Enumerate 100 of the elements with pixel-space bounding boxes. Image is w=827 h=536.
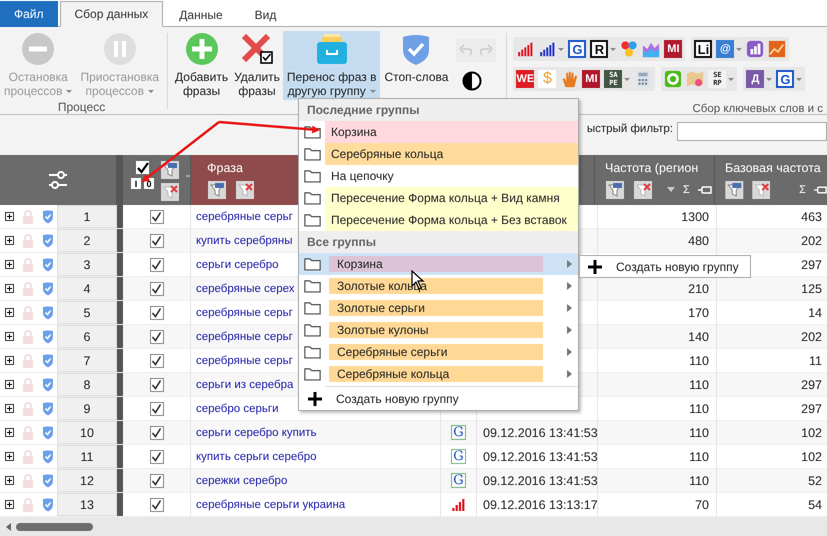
sum-icon[interactable]: Σ xyxy=(799,184,806,196)
expand-icon[interactable] xyxy=(5,284,14,293)
horizontal-scrollbar[interactable] xyxy=(0,517,827,536)
row-checkbox[interactable] xyxy=(150,258,164,272)
row-checkbox[interactable] xyxy=(150,306,164,320)
shield-icon[interactable] xyxy=(42,378,54,392)
plus-icon xyxy=(588,260,602,274)
row-number: 7 xyxy=(84,354,90,368)
number-cell: 110 xyxy=(597,421,717,444)
expand-icon[interactable] xyxy=(5,308,14,317)
sort-icon[interactable] xyxy=(667,187,675,193)
clear-filter-icon[interactable] xyxy=(633,181,653,199)
row-checkbox[interactable] xyxy=(150,282,164,296)
row-checkbox[interactable] xyxy=(150,450,164,464)
header-cell[interactable]: Базовая частота Σ xyxy=(715,155,827,205)
delete-icon xyxy=(240,32,274,66)
row-checkbox[interactable] xyxy=(150,402,164,416)
submenu-item[interactable]: Создать новую группу xyxy=(579,255,751,278)
number-cell: 140 xyxy=(597,325,717,348)
toggle-button[interactable]: I xyxy=(131,178,141,189)
pin-icon[interactable] xyxy=(698,185,712,195)
ribbon-button[interactable]: Добавить фразы xyxy=(172,31,232,100)
row-checkbox[interactable] xyxy=(150,498,164,512)
ribbon-button[interactable]: Удалить фразы xyxy=(231,31,283,100)
toolbar-tool[interactable] xyxy=(634,70,652,88)
phrase-cell: серебряные серьг xyxy=(196,354,293,366)
row-number: 2 xyxy=(84,234,90,248)
shield-icon[interactable] xyxy=(42,330,54,344)
settings-icon[interactable] xyxy=(47,170,69,190)
shield-icon[interactable] xyxy=(42,282,54,296)
number-cell: 297 xyxy=(801,378,822,392)
menu-item[interactable]: Создать новую группу xyxy=(299,388,578,410)
row-checkbox[interactable] xyxy=(150,474,164,488)
folder-icon xyxy=(304,256,321,272)
shield-icon[interactable] xyxy=(42,354,54,368)
filter-icon[interactable] xyxy=(160,161,180,179)
row-checkbox[interactable] xyxy=(150,426,164,440)
phrase-cell: серебряные серех xyxy=(196,282,295,294)
shield-icon[interactable] xyxy=(42,306,54,320)
bar-chart-icon xyxy=(452,498,466,510)
phrase-cell: серьги из серебра xyxy=(196,378,294,390)
row-checkbox[interactable] xyxy=(150,354,164,368)
ribbon-tab[interactable]: Вид xyxy=(238,2,292,27)
ribbon-tab[interactable]: Сбор данных xyxy=(60,1,164,27)
menu-item[interactable]: Корзина xyxy=(299,253,578,275)
shield-icon[interactable] xyxy=(42,210,54,224)
expand-icon[interactable] xyxy=(5,428,14,437)
ribbon-tab[interactable]: Файл xyxy=(0,1,58,27)
row-checkbox[interactable] xyxy=(150,234,164,248)
scroll-left-icon[interactable] xyxy=(6,522,12,530)
shield-icon[interactable] xyxy=(42,402,54,416)
shield-icon[interactable] xyxy=(42,474,54,488)
row-checkbox[interactable] xyxy=(150,210,164,224)
toolbar-tool[interactable] xyxy=(746,40,764,58)
sum-icon[interactable]: Σ xyxy=(683,184,690,196)
contrast-icon[interactable] xyxy=(462,71,482,91)
shield-icon[interactable] xyxy=(42,234,54,248)
ribbon-button[interactable]: Стоп-слова xyxy=(380,31,452,86)
number-cell: 110 xyxy=(597,397,717,420)
shield-icon[interactable] xyxy=(42,498,54,512)
number-cell: 110 xyxy=(597,445,717,468)
toolbar-tool[interactable]: WE xyxy=(516,70,534,88)
shield-icon[interactable] xyxy=(42,450,54,464)
shield-icon[interactable] xyxy=(42,426,54,440)
filter-icon[interactable] xyxy=(207,181,227,199)
expand-icon[interactable] xyxy=(5,500,14,509)
ribbon-tab[interactable]: Данные xyxy=(163,2,239,27)
header-cell[interactable]: Частота (регион Σ xyxy=(595,155,715,205)
phrase-cell: серебряные серьг xyxy=(196,306,293,318)
expand-icon[interactable] xyxy=(5,452,14,461)
filter-label: ыстрый фильтр: xyxy=(586,123,673,135)
submenu-arrow-icon xyxy=(567,348,572,356)
clear-filter-icon[interactable] xyxy=(235,181,255,199)
clear-filter-icon[interactable] xyxy=(160,183,180,201)
select-all-checkbox[interactable] xyxy=(136,161,149,174)
expand-icon[interactable] xyxy=(5,212,14,221)
row-checkbox[interactable] xyxy=(150,378,164,392)
filter-icon[interactable] xyxy=(605,181,625,199)
expand-icon[interactable] xyxy=(5,476,14,485)
toolbar-tool[interactable]: Li xyxy=(694,40,712,58)
expand-icon[interactable] xyxy=(5,332,14,341)
expand-icon[interactable] xyxy=(5,260,14,269)
expand-icon[interactable] xyxy=(5,380,14,389)
clear-filter-icon[interactable] xyxy=(752,181,770,199)
toolbar-tool[interactable]: MI xyxy=(582,70,600,88)
toolbar-tool[interactable]: MI xyxy=(664,40,682,58)
expand-icon[interactable] xyxy=(5,404,14,413)
shield-icon[interactable] xyxy=(42,258,54,272)
submenu-arrow-icon xyxy=(567,304,572,312)
toolbar-tool[interactable]: G xyxy=(568,40,586,58)
toolbar-tool[interactable] xyxy=(620,40,638,58)
toolbar-tool[interactable] xyxy=(516,40,534,58)
row-checkbox[interactable] xyxy=(150,330,164,344)
pin-icon[interactable] xyxy=(814,185,827,195)
expand-icon[interactable] xyxy=(5,356,14,365)
expand-icon[interactable] xyxy=(5,236,14,245)
filter-icon[interactable] xyxy=(725,181,744,199)
ribbon-button[interactable]: Перенос фраз в другую группу xyxy=(282,31,380,100)
toolbar-tool[interactable] xyxy=(538,40,564,58)
filter-field[interactable] xyxy=(677,122,827,141)
